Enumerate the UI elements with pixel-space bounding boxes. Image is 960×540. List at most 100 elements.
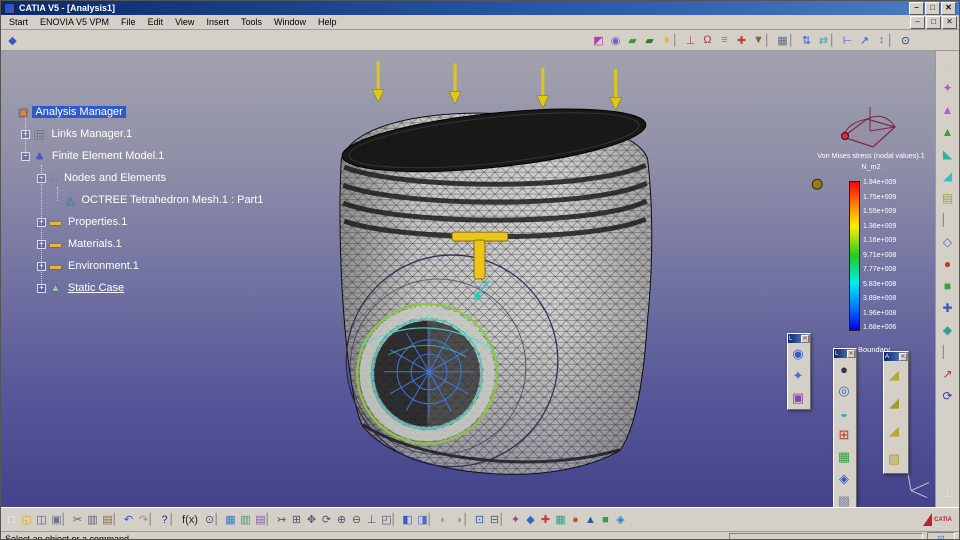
hide-show-icon[interactable]: ◐: [436, 511, 451, 529]
slider-restraint-icon[interactable]: ≡: [716, 32, 733, 48]
close-button[interactable]: ✕: [941, 1, 956, 15]
beam-mesher-icon[interactable]: ◢: [938, 165, 958, 187]
copy-icon[interactable]: ▥: [85, 511, 100, 529]
pattern-icon[interactable]: ◆: [523, 511, 538, 529]
tree-item-properties[interactable]: Properties.1: [65, 216, 130, 228]
clamp-restraint-icon[interactable]: ⊥: [682, 32, 699, 48]
tree-item-environment[interactable]: Environment.1: [65, 260, 142, 272]
menu-enovia[interactable]: ENOVIA V5 VPM: [34, 17, 115, 27]
close-icon[interactable]: ✕: [899, 352, 907, 361]
pan-icon[interactable]: ✥: [304, 511, 319, 529]
grid-icon[interactable]: ▦: [223, 511, 238, 529]
close-icon[interactable]: ✕: [801, 334, 809, 343]
paste-icon[interactable]: ▤: [100, 511, 115, 529]
amplification-icon[interactable]: ✦: [788, 365, 808, 387]
tree-item-static-case[interactable]: Static Case: [65, 282, 127, 294]
group-line-icon[interactable]: ✚: [938, 297, 958, 319]
deformation-icon[interactable]: ◉: [607, 32, 624, 48]
arrows-updown-icon[interactable]: ⇅: [798, 32, 815, 48]
sphere-clipping-icon[interactable]: ◒: [834, 402, 854, 424]
redo-icon[interactable]: ↷: [136, 511, 151, 529]
menu-insert[interactable]: Insert: [200, 17, 235, 27]
palette-title-bar[interactable]: L ✕: [834, 349, 856, 358]
elfini-listing-icon[interactable]: ◢: [884, 417, 904, 445]
print-icon[interactable]: ▣: [49, 511, 64, 529]
shaded-edges-icon[interactable]: ◨: [415, 511, 430, 529]
generate-report-icon[interactable]: ◢: [884, 361, 904, 389]
tree-item-nodes-and-elements[interactable]: Nodes and Elements: [61, 172, 169, 184]
group-point-icon[interactable]: ◇: [938, 231, 958, 253]
listing-icon[interactable]: ▨: [884, 445, 904, 473]
restraint-icon[interactable]: Ω: [699, 32, 716, 48]
mesh-part-icon[interactable]: ▰: [624, 32, 641, 48]
translate-mesh-icon[interactable]: ↗: [938, 363, 958, 385]
amplitude-icon[interactable]: ⊞: [834, 424, 854, 446]
formula-icon[interactable]: f(x): [178, 511, 202, 529]
pressure-load-icon[interactable]: ✚: [733, 32, 750, 48]
square-tool-icon[interactable]: ■: [598, 511, 613, 529]
group-box-icon[interactable]: ■: [938, 275, 958, 297]
datum-icon[interactable]: ⊟: [487, 511, 502, 529]
surface-mesher-icon[interactable]: ◣: [938, 143, 958, 165]
multi-view-icon[interactable]: ◰: [379, 511, 394, 529]
knowledge-icon[interactable]: ✦: [508, 511, 523, 529]
align-left-icon[interactable]: ⊢: [839, 32, 856, 48]
menu-tools[interactable]: Tools: [235, 17, 268, 27]
zoom-out-icon[interactable]: ⊖: [349, 511, 364, 529]
menu-help[interactable]: Help: [312, 17, 343, 27]
chart-icon[interactable]: ▤: [253, 511, 268, 529]
tree-expand-toggle[interactable]: [5, 108, 14, 117]
measure-between-icon[interactable]: ↕: [873, 32, 890, 48]
rotate-mesh-icon[interactable]: ⟳: [938, 385, 958, 407]
tree-item-octree-mesh[interactable]: OCTREE Tetrahedron Mesh.1 : Part1: [78, 194, 266, 206]
search-icon[interactable]: ⊙: [202, 511, 217, 529]
fit-all-icon[interactable]: ⊞: [289, 511, 304, 529]
image-edition-icon[interactable]: ◉: [788, 343, 808, 365]
adaptivity-grid-icon[interactable]: ▦: [774, 32, 791, 48]
solid-property-icon[interactable]: ▲: [938, 121, 958, 143]
filter-icon[interactable]: ▩: [834, 490, 854, 507]
sphere-tool-icon[interactable]: ●: [568, 511, 583, 529]
command-input[interactable]: [729, 533, 923, 539]
shaded-view-icon[interactable]: ◧: [400, 511, 415, 529]
maximize-button[interactable]: □: [925, 1, 940, 15]
workbench-icon[interactable]: ◆: [4, 32, 21, 48]
cut-icon[interactable]: ✂: [70, 511, 85, 529]
image-editor-icon[interactable]: ◈: [834, 468, 854, 490]
axis-system-icon[interactable]: ⊥: [938, 482, 958, 504]
child-minimize-button[interactable]: –: [910, 15, 925, 29]
mesh-surface-icon[interactable]: ▰: [641, 32, 658, 48]
swap-space-icon[interactable]: ◑: [451, 511, 466, 529]
quality-check-icon[interactable]: ▤: [938, 187, 958, 209]
tree-item-links-manager[interactable]: Links Manager.1: [48, 128, 135, 140]
extrema-icon[interactable]: ▦: [834, 446, 854, 468]
save-icon[interactable]: ◫: [34, 511, 49, 529]
palette-title-bar[interactable]: L ✕: [788, 334, 810, 343]
menu-window[interactable]: Window: [268, 17, 312, 27]
tree-item-analysis-manager[interactable]: Analysis Manager: [32, 106, 126, 118]
3d-viewport[interactable]: ▣ Analysis Manager + ▦ Links Manager.1 −…: [1, 51, 935, 507]
fly-mode-icon[interactable]: ↣: [274, 511, 289, 529]
menu-edit[interactable]: Edit: [142, 17, 170, 27]
palette-title-bar[interactable]: A ✕: [884, 352, 908, 361]
menu-view[interactable]: View: [169, 17, 200, 27]
mesh-tool-icon[interactable]: ▦: [553, 511, 568, 529]
measure-icon[interactable]: ↗: [856, 32, 873, 48]
tetra-mesher-icon[interactable]: ▲: [938, 99, 958, 121]
open-icon[interactable]: ◱: [19, 511, 34, 529]
model-manager-icon[interactable]: □: [938, 55, 958, 77]
tree-item-finite-element-model[interactable]: Finite Element Model.1: [49, 150, 168, 162]
arrows-leftright-icon[interactable]: ⇄: [815, 32, 832, 48]
group-surface-icon[interactable]: ◆: [938, 319, 958, 341]
triangle-tool-icon[interactable]: ▲: [583, 511, 598, 529]
diamond-tool-icon[interactable]: ◈: [613, 511, 628, 529]
child-restore-button[interactable]: □: [926, 15, 941, 29]
constraint-icon[interactable]: ✚: [538, 511, 553, 529]
normal-view-icon[interactable]: ⊥: [364, 511, 379, 529]
image-layout-icon[interactable]: ◎: [834, 380, 854, 402]
group-sphere-icon[interactable]: ●: [938, 253, 958, 275]
zoom-tool-icon[interactable]: ⊙: [897, 32, 914, 48]
cut-plane-icon[interactable]: ▣: [788, 387, 808, 409]
force-load-icon[interactable]: ▼: [750, 32, 767, 48]
whats-this-icon[interactable]: ?: [157, 511, 172, 529]
